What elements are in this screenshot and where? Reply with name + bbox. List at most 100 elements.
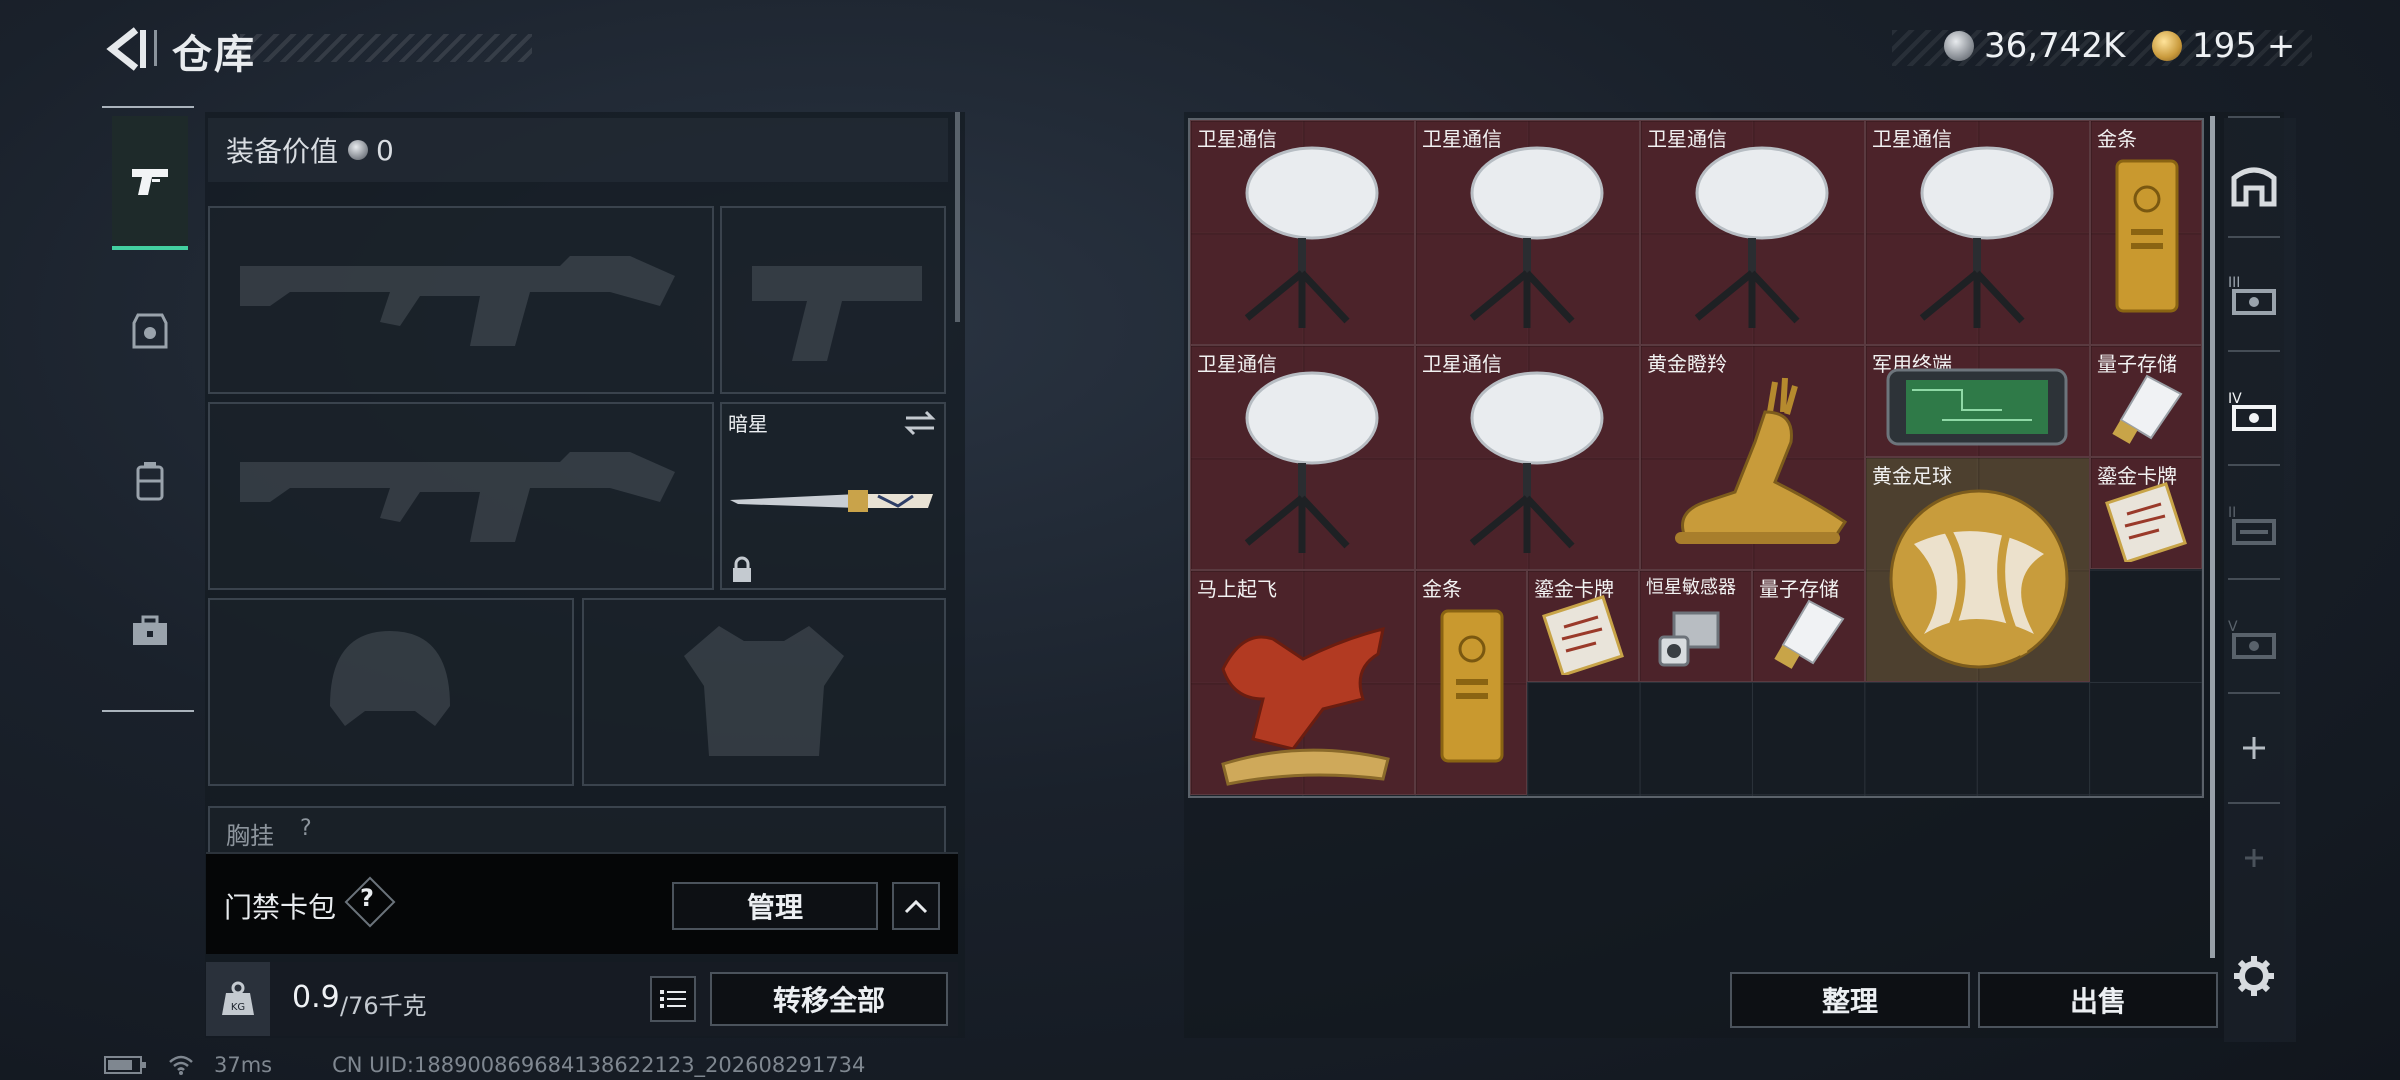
ping-value: 37ms (214, 1053, 273, 1077)
sort-button[interactable]: 整理 (1730, 972, 1970, 1028)
stash-tab-safe[interactable] (2212, 142, 2296, 226)
armor-icon (132, 313, 168, 349)
equipment-scrollbar[interactable] (955, 112, 960, 322)
stash-item[interactable]: 恒星敏感器 (1639, 570, 1752, 682)
equipment-value-label: 装备价值 (226, 135, 339, 168)
manage-button[interactable]: 管理 (672, 882, 878, 930)
stash-item[interactable]: 卫星通信 (1190, 120, 1415, 345)
melee-slot[interactable]: 暗星 (720, 402, 946, 590)
access-card-help-icon[interactable]: ? (360, 884, 374, 912)
chevron-up-icon (904, 899, 928, 914)
stash-item[interactable]: 鎏金卡牌 (1527, 570, 1639, 682)
item-label: 恒星敏感器 (1646, 577, 1736, 598)
stash-item[interactable]: 量子存储 (1752, 570, 1865, 682)
currency-add-button[interactable]: + (2267, 26, 2296, 66)
svg-text:IV: IV (2228, 391, 2242, 407)
currency-primary-value: 36,742K (1984, 26, 2126, 66)
secondary-weapon-slot[interactable] (208, 402, 714, 590)
stash-tab-5[interactable]: V (2212, 596, 2296, 680)
weight-bar: KG 0.9 /76千克 转移全部 (206, 962, 958, 1036)
currency-secondary[interactable]: 195 + (2152, 26, 2295, 66)
chest-rig-help-icon[interactable]: ? (300, 816, 312, 841)
red-horse-icon (1221, 626, 1390, 786)
settings-gear-icon (2234, 956, 2274, 996)
nav-item-armor[interactable] (112, 266, 188, 396)
stash-item[interactable]: 金条 (2090, 120, 2202, 345)
sidearm-slot[interactable] (720, 206, 946, 394)
satellite-dish-icon (1469, 146, 1604, 328)
list-icon (660, 990, 686, 1008)
satellite-dish-icon (1469, 371, 1604, 553)
stash-tab-2[interactable]: II (2212, 482, 2296, 566)
back-button[interactable] (100, 24, 150, 74)
stash-item[interactable]: 马上起飞 (1190, 570, 1415, 795)
gold-bar-icon (1440, 609, 1504, 763)
stash-item[interactable]: 卫星通信 (1865, 120, 2090, 345)
add-icon (2243, 737, 2265, 759)
stash-tab-5-icon: V (2228, 619, 2276, 659)
add-stash-tab-button[interactable] (2212, 706, 2296, 790)
stash-item[interactable]: 黄金瞪羚 (1640, 345, 1865, 570)
helmet-silhouette-icon (330, 631, 450, 726)
left-nav (102, 106, 196, 712)
add-stash-tab-disabled (2212, 816, 2296, 900)
title-divider (154, 30, 157, 66)
knife-icon (730, 490, 933, 512)
battery-icon (104, 1056, 146, 1074)
access-card-bar: 门禁卡包 ? 管理 (206, 852, 958, 954)
svg-text:V: V (2228, 619, 2238, 635)
stash-item[interactable]: 卫星通信 (1190, 345, 1415, 570)
svg-text:III: III (2228, 275, 2240, 291)
body-armor-slot[interactable] (582, 598, 946, 786)
svg-text:II: II (2228, 505, 2236, 521)
weight-max: /76千克 (340, 992, 427, 1020)
gilded-card-icon (2105, 482, 2187, 562)
stash-item[interactable]: 鎏金卡牌 (2090, 457, 2202, 569)
quantum-storage-icon (1774, 599, 1845, 669)
stash-item[interactable]: 军用终端 (1865, 345, 2090, 457)
satellite-dish-icon (1244, 371, 1379, 553)
stash-tab-3[interactable]: III (2212, 252, 2296, 336)
equipment-value-bar: 装备价值 0 (208, 118, 948, 182)
stash-tab-4-icon: IV (2228, 391, 2276, 431)
nav-item-toolbox[interactable] (112, 566, 188, 696)
list-view-button[interactable] (650, 976, 696, 1022)
safe-box-icon (2231, 167, 2277, 207)
transfer-all-button[interactable]: 转移全部 (710, 972, 948, 1026)
item-label: 金条 (1422, 577, 1462, 601)
lock-icon (733, 556, 751, 582)
currency-primary[interactable]: 36,742K (1944, 26, 2125, 66)
stash-item[interactable]: 量子存储 (2090, 345, 2202, 457)
expand-button[interactable] (892, 882, 940, 930)
status-bar: 37ms CN UID:188900869684138622123_202608… (104, 1053, 865, 1077)
item-label: 金条 (2097, 127, 2137, 151)
primary-weapon-slot[interactable] (208, 206, 714, 394)
gold-football-icon (1889, 489, 2069, 669)
stash-tab-3-icon: III (2228, 275, 2276, 315)
swap-icon[interactable] (902, 408, 938, 438)
gold-gazelle-icon (1675, 377, 1848, 544)
stash-item[interactable]: 卫星通信 (1640, 120, 1865, 345)
silver-coin-icon (1944, 31, 1974, 61)
stash-item[interactable]: 卫星通信 (1415, 120, 1640, 345)
silver-coin-icon (348, 140, 369, 160)
helmet-slot[interactable] (208, 598, 574, 786)
stash-tab-4[interactable]: IV (2212, 368, 2296, 452)
settings-button[interactable] (2212, 934, 2296, 1018)
gilded-card-icon (1542, 595, 1624, 675)
stash-grid: 卫星通信 卫星通信 卫星通信 卫星通信 金条 卫星通信 卫星通信 黄金瞪羚 军用… (1188, 118, 2204, 798)
gold-coin-icon (2152, 31, 2182, 61)
stash-item[interactable]: 黄金足球 (1865, 457, 2090, 682)
stash-item[interactable]: 金条 (1415, 570, 1527, 795)
gold-bar-icon (2115, 159, 2179, 313)
add-icon (2245, 849, 2263, 867)
sell-button[interactable]: 出售 (1978, 972, 2218, 1028)
weight-current: 0.9 (292, 980, 340, 1015)
svg-text:KG: KG (231, 1002, 245, 1013)
chest-rig-slot[interactable]: 胸挂 ? (208, 806, 946, 854)
pistol-icon (132, 169, 168, 195)
weight-icon: KG (222, 981, 254, 1015)
stash-item[interactable]: 卫星通信 (1415, 345, 1640, 570)
nav-item-weapons[interactable] (112, 116, 188, 250)
nav-item-backpack[interactable] (112, 416, 188, 546)
